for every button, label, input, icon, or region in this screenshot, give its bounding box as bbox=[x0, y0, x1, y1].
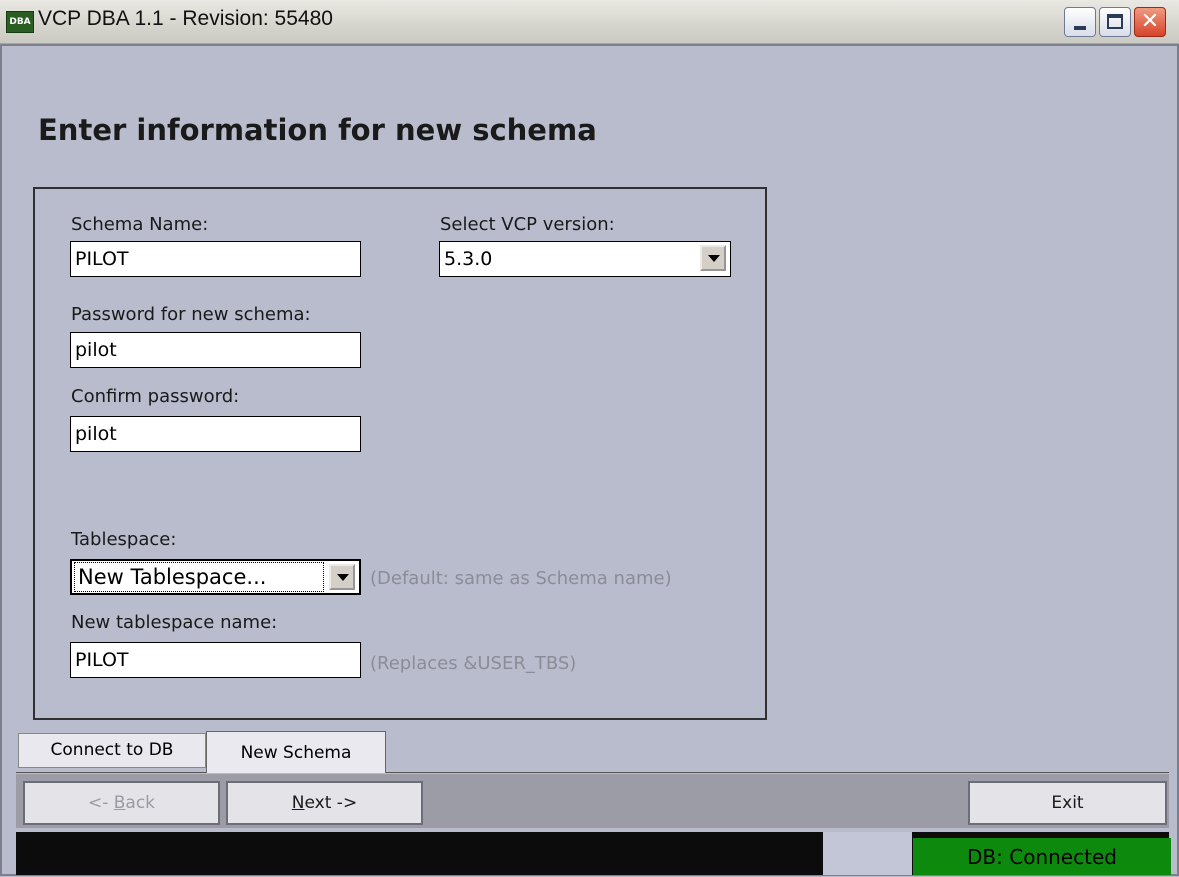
tablespace-dropdown-button[interactable] bbox=[329, 564, 355, 590]
next-button-mnemonic: N bbox=[291, 793, 305, 813]
chevron-down-icon bbox=[337, 574, 349, 581]
schema-name-input[interactable]: PILOT bbox=[70, 241, 361, 277]
next-button[interactable]: Next -> bbox=[226, 781, 423, 825]
back-button[interactable]: <- Back bbox=[23, 781, 220, 825]
status-bar-separator bbox=[823, 832, 912, 875]
new-tablespace-input[interactable]: PILOT bbox=[70, 642, 361, 678]
next-button-label: ext -> bbox=[304, 793, 358, 813]
vcp-version-dropdown-button[interactable] bbox=[700, 245, 726, 271]
tablespace-select[interactable]: New Tablespace... bbox=[70, 559, 361, 595]
chevron-down-icon bbox=[708, 255, 720, 262]
close-icon: ✕ bbox=[1140, 9, 1160, 34]
minimize-button[interactable] bbox=[1064, 7, 1096, 37]
schema-name-label: Schema Name: bbox=[71, 214, 209, 235]
new-tablespace-hint: (Replaces &USER_TBS) bbox=[370, 653, 577, 674]
back-button-mnemonic: B bbox=[113, 793, 126, 813]
close-button[interactable]: ✕ bbox=[1134, 7, 1166, 37]
maximize-button[interactable] bbox=[1099, 7, 1131, 37]
window-title: VCP DBA 1.1 - Revision: 55480 bbox=[38, 7, 333, 30]
new-tablespace-label: New tablespace name: bbox=[71, 612, 278, 633]
back-button-prefix: <- bbox=[87, 793, 114, 813]
confirm-password-input[interactable]: pilot bbox=[70, 416, 361, 452]
db-status-badge: DB: Connected bbox=[913, 838, 1171, 875]
vcp-version-select[interactable]: 5.3.0 bbox=[439, 241, 731, 277]
tablespace-hint: (Default: same as Schema name) bbox=[370, 568, 672, 589]
password-label: Password for new schema: bbox=[71, 304, 311, 325]
tab-connect-to-db[interactable]: Connect to DB bbox=[18, 733, 206, 768]
tab-new-schema[interactable]: New Schema bbox=[206, 731, 386, 773]
exit-button[interactable]: Exit bbox=[968, 781, 1167, 825]
tablespace-label: Tablespace: bbox=[71, 529, 177, 550]
page-title: Enter information for new schema bbox=[38, 113, 597, 147]
minimize-icon bbox=[1074, 26, 1086, 30]
tab-new-schema-label: New Schema bbox=[240, 743, 352, 763]
maximize-icon bbox=[1107, 14, 1123, 29]
vcp-version-value: 5.3.0 bbox=[444, 248, 493, 270]
back-button-label: ack bbox=[125, 793, 156, 813]
confirm-password-label: Confirm password: bbox=[71, 386, 240, 407]
app-icon: DBA bbox=[6, 11, 34, 33]
tablespace-value: New Tablespace... bbox=[74, 562, 324, 592]
password-input[interactable]: pilot bbox=[70, 332, 361, 368]
vcp-version-label: Select VCP version: bbox=[440, 214, 615, 235]
